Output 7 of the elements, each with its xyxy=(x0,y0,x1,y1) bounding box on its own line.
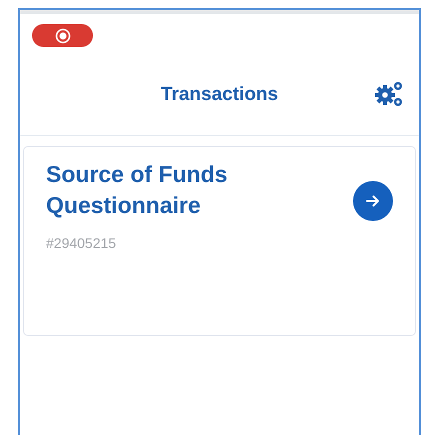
settings-icon[interactable] xyxy=(375,80,405,108)
questionnaire-card[interactable]: Source of Funds Questionnaire #29405215 xyxy=(23,146,416,336)
screen-title: Transactions xyxy=(160,83,278,108)
card-title: Source of Funds Questionnaire xyxy=(46,160,228,220)
reference-number: #29405215 xyxy=(46,234,118,253)
open-button[interactable] xyxy=(353,181,393,221)
record-icon xyxy=(54,28,70,44)
